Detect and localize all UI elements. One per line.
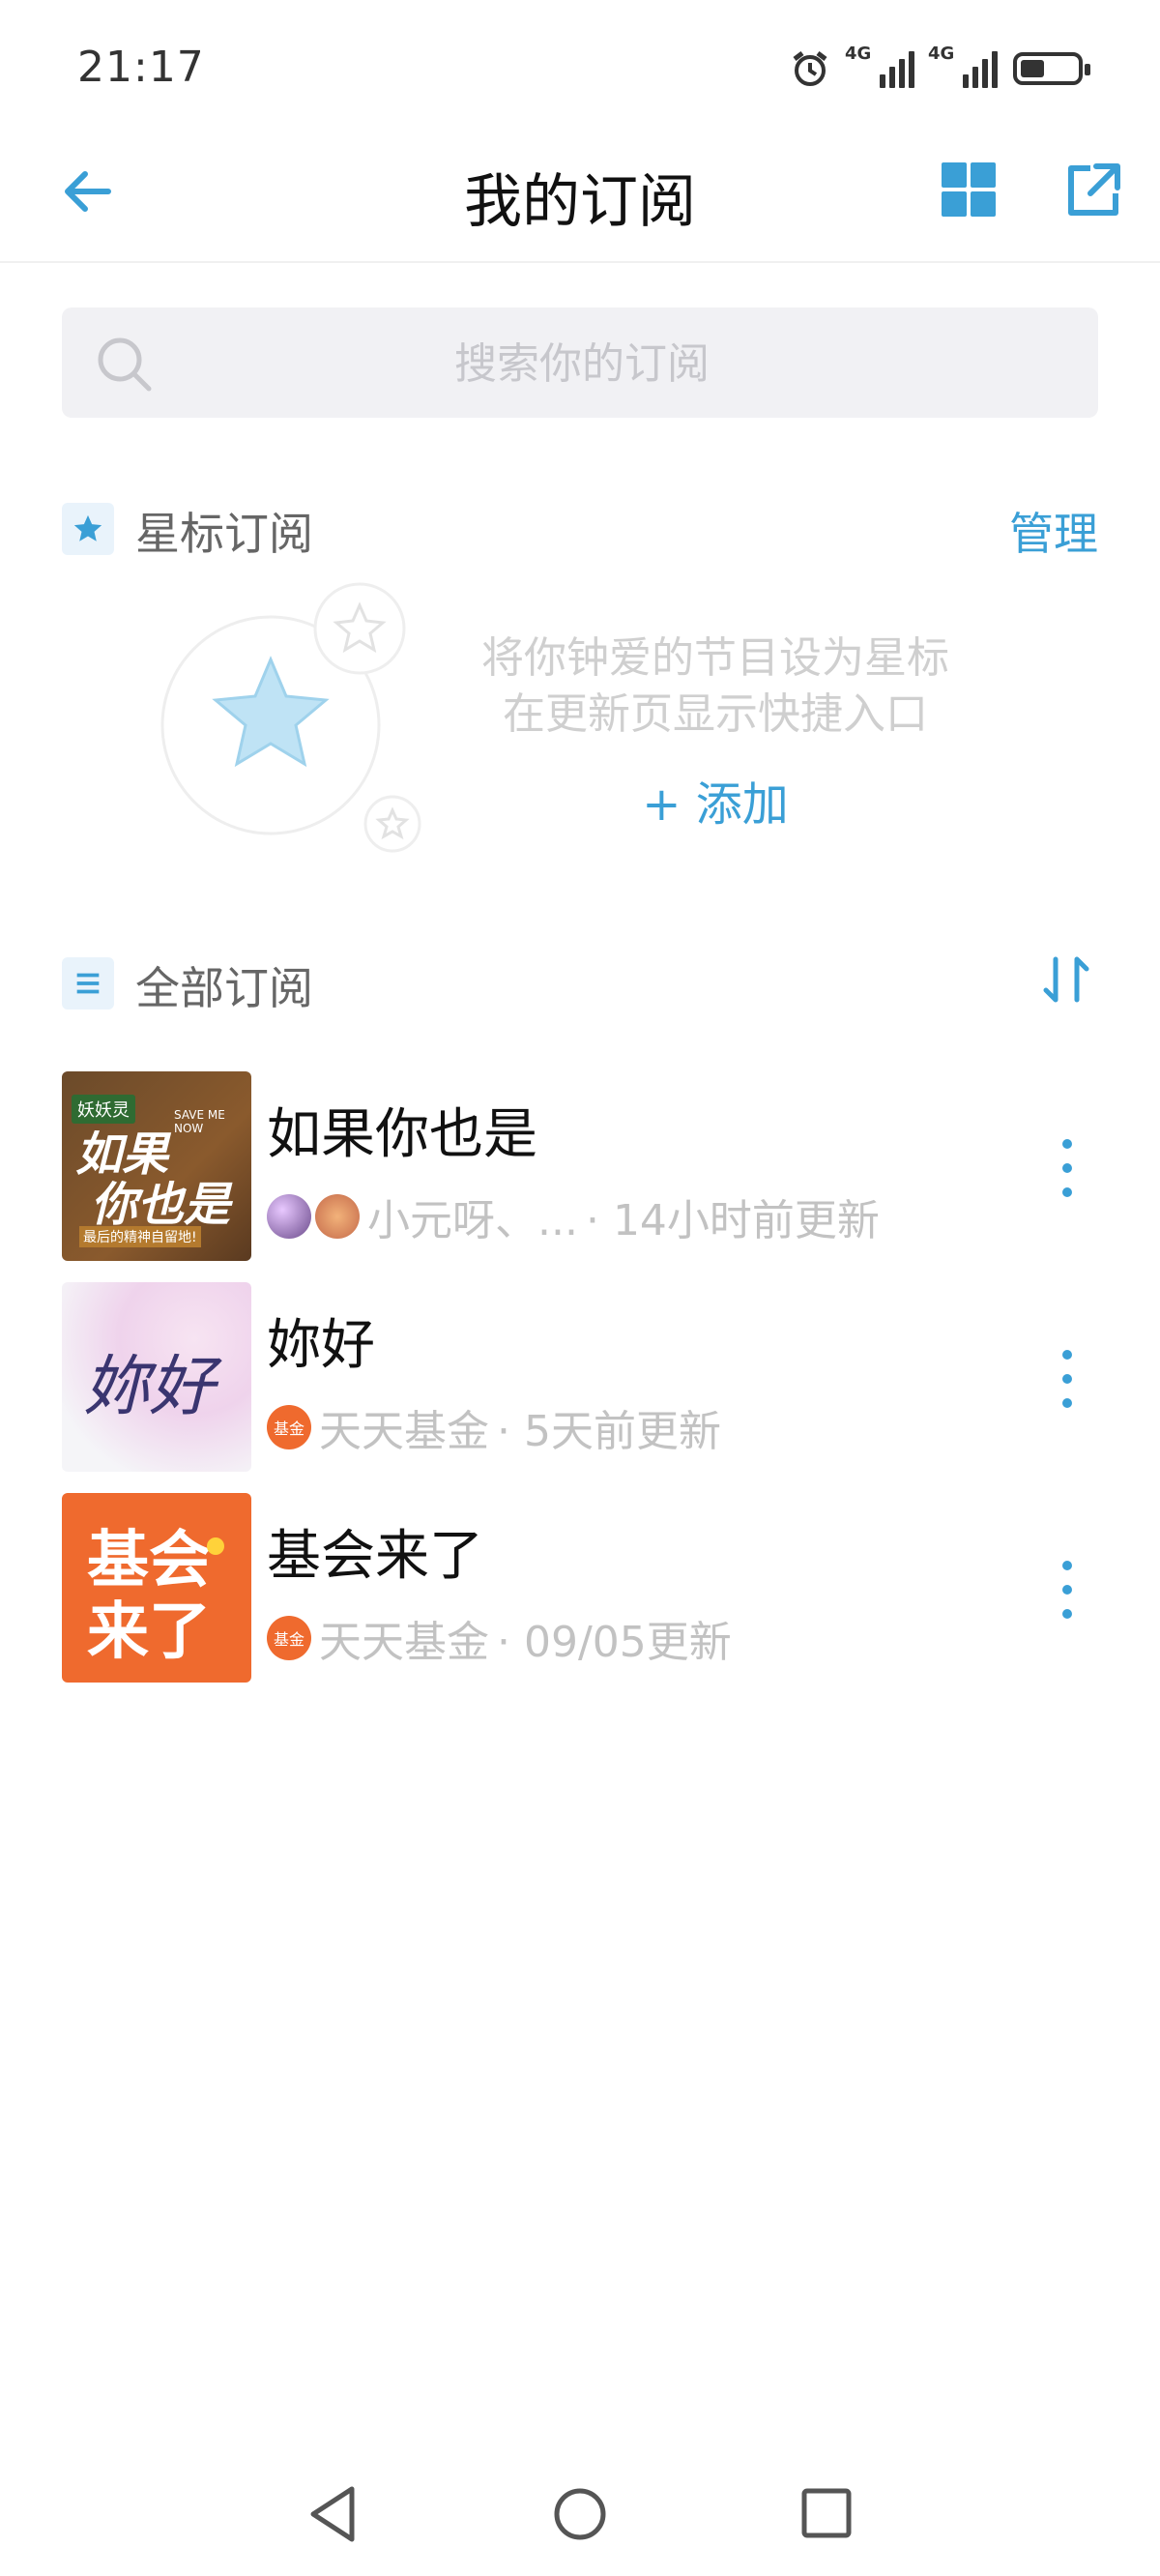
cover-text: 你也是 [91, 1178, 231, 1232]
podcast-cover: 基会 来了 [62, 1493, 251, 1683]
search-input[interactable] [62, 307, 1102, 420]
sort-icon[interactable] [1040, 953, 1092, 1010]
nav-home-icon[interactable] [551, 2485, 609, 2543]
nav-recents-icon[interactable] [798, 2485, 855, 2541]
subscription-title: 妳好 [267, 1314, 375, 1377]
network-label: 4G [928, 44, 955, 64]
update-time: · 09/05更新 [497, 1618, 732, 1667]
empty-star-illustration [155, 571, 445, 864]
update-time: · 5天前更新 [497, 1407, 721, 1456]
cover-text: 妳好 [83, 1349, 216, 1425]
starred-section-title: 星标订阅 [135, 508, 313, 560]
cover-dot [207, 1537, 224, 1555]
cover-footer: 最后的精神自留地! [79, 1226, 201, 1247]
signal-icon: 4G [845, 44, 914, 88]
share-external-icon[interactable] [1063, 161, 1123, 224]
subscription-meta: 基金 天天基金 · 09/05更新 [267, 1607, 732, 1669]
network-label: 4G [845, 44, 872, 64]
star-section-icon [62, 503, 114, 555]
subscription-title: 如果你也是 [267, 1103, 537, 1166]
battery-icon [1013, 52, 1090, 85]
podcast-cover: 妳好 [62, 1282, 251, 1472]
nav-back-icon[interactable] [305, 2483, 360, 2545]
search-bar[interactable] [62, 307, 1102, 420]
signal-icon: 4G [928, 44, 998, 88]
avatar: 基金 [267, 1405, 311, 1449]
subscription-meta: 基金 天天基金 · 5天前更新 [267, 1396, 721, 1458]
starred-hint-line1: 将你钟爱的节目设为星标 [481, 633, 949, 683]
system-navigation-bar [0, 2456, 1160, 2576]
grid-icon[interactable] [940, 161, 998, 222]
more-options-icon[interactable] [1058, 1561, 1077, 1619]
author: 小元呀、... [367, 1196, 578, 1245]
subscription-title: 基会来了 [267, 1525, 483, 1588]
subscription-item[interactable]: 基会 来了 基会来了 基金 天天基金 · 09/05更新 [62, 1493, 1098, 1683]
status-time: 21:17 [77, 43, 205, 92]
alarm-icon [793, 51, 827, 86]
podcast-cover: 妖妖灵 如果 你也是 SAVE ME NOW 最后的精神自留地! [62, 1071, 251, 1261]
list-section-icon [62, 957, 114, 1010]
author: 天天基金 [319, 1407, 489, 1456]
starred-hint-line2: 在更新页显示快捷入口 [503, 689, 928, 739]
cover-text: 来了 [87, 1596, 211, 1668]
subscription-item[interactable]: 妳好 妳好 基金 天天基金 · 5天前更新 [62, 1282, 1098, 1472]
subscription-item[interactable]: 妖妖灵 如果 你也是 SAVE ME NOW 最后的精神自留地! 如果你也是 小… [62, 1071, 1098, 1261]
cover-subtext: SAVE ME NOW [174, 1108, 225, 1135]
more-options-icon[interactable] [1058, 1350, 1077, 1408]
avatar [267, 1194, 311, 1239]
update-time: · 14小时前更新 [585, 1196, 880, 1245]
avatar [315, 1194, 360, 1239]
subscription-meta: 小元呀、... · 14小时前更新 [267, 1186, 880, 1247]
more-options-icon[interactable] [1058, 1139, 1077, 1197]
avatar: 基金 [267, 1616, 311, 1660]
manage-button[interactable]: 管理 [1009, 499, 1098, 563]
author: 天天基金 [319, 1618, 489, 1667]
all-section-title: 全部订阅 [135, 962, 313, 1014]
status-icons: 4G 4G [789, 43, 1090, 95]
add-starred-button[interactable]: + 添加 [425, 766, 1005, 834]
